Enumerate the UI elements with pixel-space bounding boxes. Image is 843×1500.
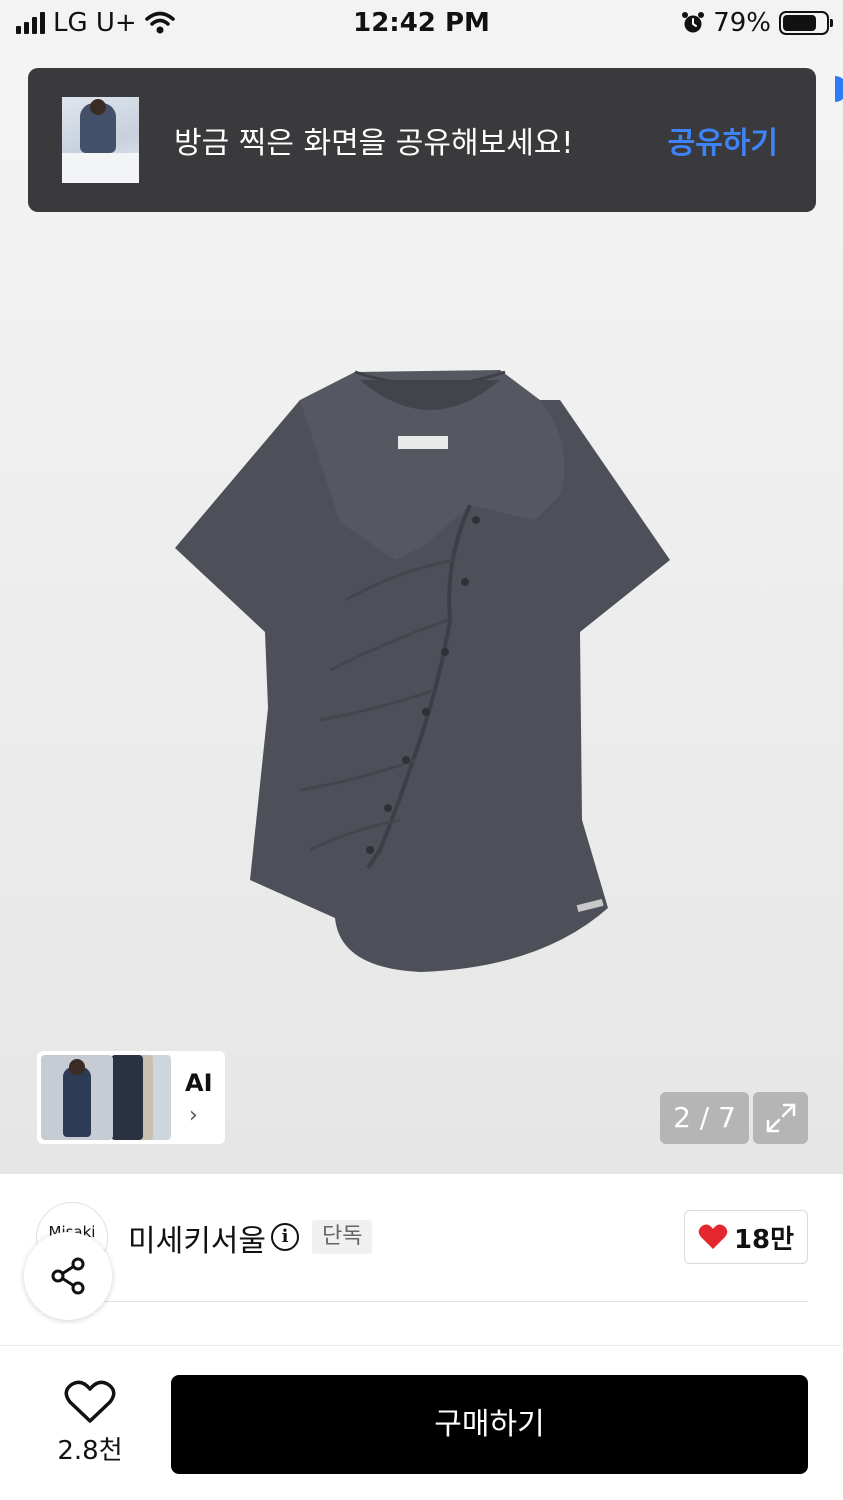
share-button[interactable] (24, 1232, 112, 1320)
battery-percent: 79% (713, 8, 771, 38)
page-indicator: 2 / 7 (660, 1092, 749, 1144)
product-image-gallery[interactable] (0, 50, 843, 1174)
ai-thumb-2 (111, 1055, 143, 1140)
brand-name[interactable]: 미세키서울 (128, 1216, 266, 1260)
chevron-right-icon: › (189, 1103, 198, 1128)
share-icon (51, 1257, 85, 1295)
product-image (150, 350, 690, 990)
status-right: 79% (681, 8, 833, 38)
brand-like-count: 18만 (733, 1224, 795, 1255)
info-icon[interactable]: i (271, 1223, 299, 1251)
exclusive-badge: 단독 (312, 1220, 373, 1254)
ai-label: AI (185, 1069, 213, 1097)
status-bar: LG U+ 12:42 PM 79% (0, 0, 843, 50)
battery-fill (783, 15, 817, 31)
alarm-icon (682, 12, 705, 33)
share-action-button[interactable]: 공유하기 (668, 118, 778, 162)
toast-edge-indicator (835, 76, 843, 102)
ai-similar-items-card[interactable]: AI › (37, 1051, 225, 1144)
wishlist-count: 2.8천 (57, 1436, 123, 1466)
shirt-illustration (175, 370, 670, 972)
share-toast: 방금 찍은 화면을 공유해보세요! 공유하기 (28, 68, 816, 212)
wishlist-heart-icon[interactable] (64, 1380, 116, 1424)
expand-icon (766, 1103, 795, 1133)
brand-like-button[interactable]: 18만 (684, 1210, 808, 1264)
buy-button[interactable]: 구매하기 (171, 1375, 808, 1474)
battery-icon (779, 11, 833, 35)
heart-icon (698, 1224, 728, 1249)
divider (36, 1301, 808, 1302)
toast-message: 방금 찍은 화면을 공유해보세요! (174, 126, 574, 161)
screenshot-thumbnail[interactable] (62, 97, 139, 183)
expand-button[interactable] (753, 1092, 808, 1144)
ai-thumb-1 (41, 1055, 113, 1140)
